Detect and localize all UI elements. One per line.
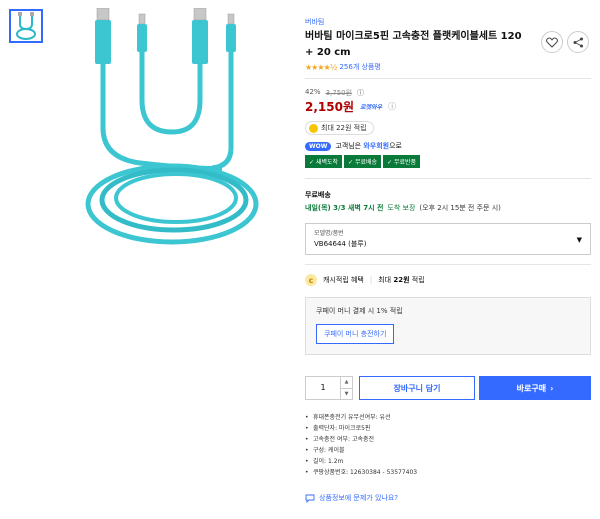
list-item: 쿠팡상품번호: 12630384 - 53577403: [305, 467, 417, 478]
product-title: 버바팀 마이크로5핀 고속충전 플랫케이블세트 120 + 20 cm: [305, 31, 522, 58]
divider: [305, 178, 591, 179]
star-rating: ★★★★½: [305, 62, 337, 72]
original-price: 3,750원: [325, 89, 353, 97]
buy-now-label: 바로구매: [516, 383, 547, 393]
discount-row: 42% 3,750원 ⓘ: [305, 88, 364, 98]
price-row: 2,150원 로켓와우 ⓘ: [305, 98, 396, 115]
report-issue-link[interactable]: 상품정보에 문제가 있나요?: [305, 493, 398, 503]
divider: [305, 78, 591, 79]
option-label: 모델명/품번: [314, 230, 344, 237]
delivery-estimate: 내일(목) 3/3 새벽 7시 전 도착 보장 (오후 2시 15분 전 주문 …: [305, 203, 501, 213]
cable-thumbnail-icon: [16, 12, 36, 40]
coin-icon: [309, 123, 318, 133]
review-count-link[interactable]: 256개 상품평: [339, 62, 380, 72]
delivery-guarantee: 도착 보장: [387, 204, 416, 212]
quantity-increase-icon[interactable]: ▲: [341, 377, 352, 389]
cable-photo: [85, 8, 259, 245]
divider: [305, 264, 591, 265]
wow-badge: WOW: [305, 141, 332, 151]
separator: |: [369, 276, 373, 284]
cash-reward-title: 캐시적립 혜택: [323, 276, 364, 284]
cash-reward-row: c 캐시적립 혜택 | 최대 22원 적립: [305, 274, 425, 286]
caret-down-icon: ▼: [576, 236, 582, 244]
comment-icon: [305, 494, 315, 503]
delivery-note: (오후 2시 15분 전 주문 시): [419, 204, 501, 212]
rating[interactable]: ★★★★½ 256개 상품평: [305, 62, 381, 72]
list-item: 길이: 1.2m: [305, 456, 417, 467]
list-item: 고속충전 여부: 고속충전: [305, 434, 417, 445]
product-thumbnail[interactable]: [9, 9, 43, 43]
heart-icon: [546, 37, 558, 48]
quantity-decrease-icon[interactable]: ▼: [341, 389, 352, 400]
wishlist-button[interactable]: [541, 31, 563, 53]
cash-reward-amount-prefix: 최대: [378, 276, 394, 284]
wow-member-link[interactable]: 와우회원: [363, 142, 389, 150]
option-select[interactable]: 모델명/품번 VB64644 (블루) ▼: [305, 223, 591, 255]
buy-now-button[interactable]: 바로구매 ›: [479, 376, 591, 400]
spec-list: 휴대폰충전기 유무선여부: 유선 출력단자: 마이크로5핀 고속충전 여부: 고…: [305, 412, 417, 478]
quantity-stepper[interactable]: 1 ▲ ▼: [305, 376, 353, 400]
delivery-date: 내일(목) 3/3 새벽 7시 전: [305, 204, 384, 212]
cash-reward-amount: 22원: [393, 276, 410, 284]
quantity-input[interactable]: 1: [306, 377, 340, 399]
chevron-right-icon: ›: [550, 383, 554, 393]
coupay-charge-button[interactable]: 쿠페이 머니 충전하기: [316, 324, 395, 344]
share-icon: [573, 37, 583, 47]
brand-link[interactable]: 버바팀: [305, 17, 324, 27]
sale-price: 2,150원: [305, 100, 354, 114]
wow-text-suffix: 으로: [389, 142, 402, 150]
cash-reward-amount-suffix: 적립: [409, 276, 425, 284]
benefit-dawn-delivery: ✓ 새벽도착: [305, 155, 343, 168]
benefit-free-return: ✓ 무료반품: [383, 155, 421, 168]
info-icon[interactable]: ⓘ: [357, 88, 364, 98]
list-item: 구성: 케이블: [305, 445, 417, 456]
rocket-wow-badge: 로켓와우: [360, 104, 383, 111]
reward-text: 최대 22원 적립: [321, 124, 367, 132]
coupay-text: 쿠페이 머니 결제 시 1% 적립: [316, 307, 403, 315]
cash-coin-icon: c: [305, 274, 317, 286]
wow-member-row: WOW 고객님은 와우회원으로: [305, 141, 402, 151]
coupay-box: 쿠페이 머니 결제 시 1% 적립 쿠페이 머니 충전하기: [305, 297, 591, 355]
wow-benefits: ✓ 새벽도착 ✓ 무료배송 ✓ 무료반품: [305, 155, 421, 168]
benefit-free-shipping: ✓ 무료배송: [344, 155, 382, 168]
reward-badge: 최대 22원 적립: [305, 121, 374, 135]
share-button[interactable]: [567, 31, 589, 53]
info-icon[interactable]: ⓘ: [388, 101, 396, 112]
wow-text-prefix: 고객님은: [335, 142, 364, 150]
list-item: 출력단자: 마이크로5핀: [305, 423, 417, 434]
report-issue-text: 상품정보에 문제가 있나요?: [319, 494, 399, 502]
option-value: VB64644 (블루): [314, 240, 367, 248]
add-to-cart-button[interactable]: 장바구니 담기: [359, 376, 475, 400]
list-item: 휴대폰충전기 유무선여부: 유선: [305, 412, 417, 423]
discount-rate: 42%: [305, 88, 321, 96]
shipping-label: 무료배송: [305, 191, 331, 199]
